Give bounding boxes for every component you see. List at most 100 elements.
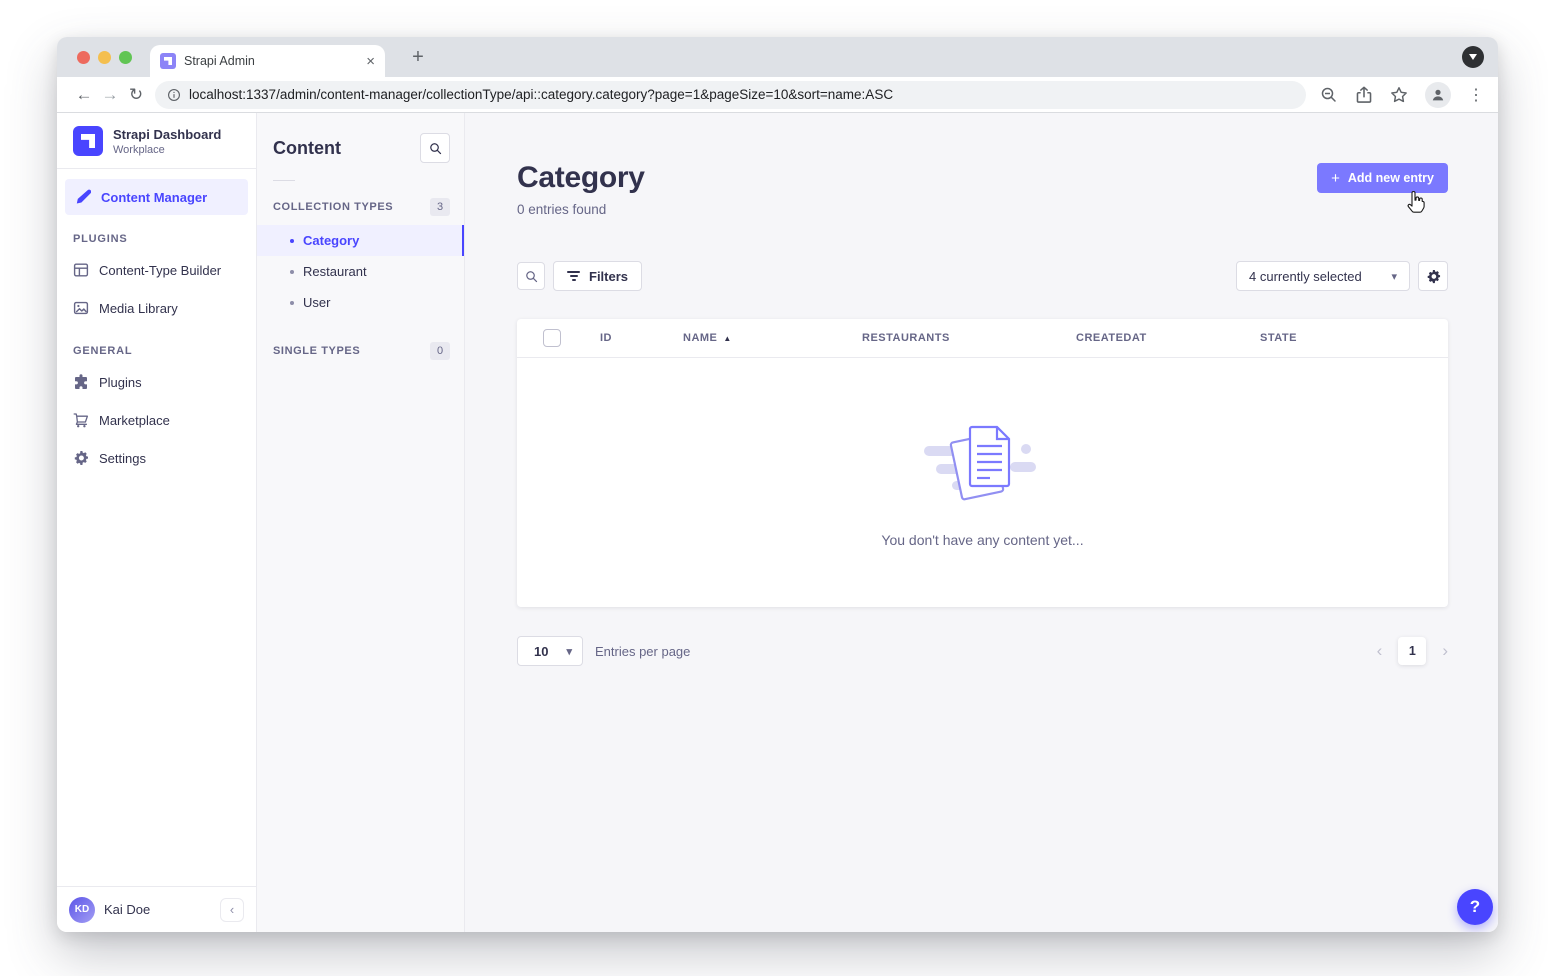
- search-entries-button[interactable]: [517, 262, 545, 290]
- empty-state: You don't have any content yet...: [517, 358, 1448, 607]
- columns-selected-dropdown[interactable]: 4 currently selected ▾: [1236, 261, 1410, 291]
- bullet-icon: [290, 239, 294, 243]
- close-tab-icon[interactable]: ×: [366, 53, 375, 70]
- current-page-button[interactable]: 1: [1398, 637, 1426, 665]
- back-button[interactable]: ←: [71, 85, 97, 105]
- sidebar-item-marketplace[interactable]: Marketplace: [57, 401, 256, 439]
- browser-profile-avatar[interactable]: [1425, 82, 1451, 108]
- workspace-title: Strapi Dashboard: [113, 127, 221, 142]
- user-name: Kai Doe: [104, 902, 150, 917]
- column-header-state[interactable]: STATE: [1260, 332, 1422, 344]
- tab-search-button[interactable]: [1462, 46, 1484, 68]
- zoom-window-button[interactable]: [119, 51, 132, 64]
- tab-strip: Strapi Admin × +: [57, 37, 1498, 77]
- entries-table-panel: ID NAME ▲ RESTAURANTS CREATEDAT STATE: [517, 319, 1448, 607]
- plus-icon: +: [1331, 170, 1340, 187]
- subnav-search-button[interactable]: [420, 133, 450, 163]
- subnav-item-label: Category: [303, 233, 359, 248]
- previous-page-button[interactable]: ‹: [1377, 641, 1383, 661]
- collapse-sidebar-button[interactable]: ‹: [220, 898, 244, 922]
- chevron-down-icon: [1469, 54, 1477, 60]
- column-header-name[interactable]: NAME ▲: [683, 332, 862, 344]
- workspace-brand[interactable]: Strapi Dashboard Workplace: [57, 113, 256, 168]
- filter-icon: [567, 271, 580, 281]
- address-bar[interactable]: localhost:1337/admin/content-manager/col…: [155, 81, 1306, 109]
- search-icon: [525, 270, 538, 283]
- gear-icon: [1426, 269, 1441, 284]
- strapi-admin-app: Strapi Dashboard Workplace Content Manag…: [57, 113, 1498, 932]
- tab-title: Strapi Admin: [184, 54, 358, 68]
- sidebar-footer: KD Kai Doe ‹: [57, 886, 256, 932]
- empty-documents-illustration: [922, 418, 1044, 510]
- sidebar-item-label: Marketplace: [99, 413, 170, 428]
- sidebar-item-media-library[interactable]: Media Library: [57, 289, 256, 327]
- subnav-item-restaurant[interactable]: Restaurant: [257, 256, 464, 287]
- view-settings-button[interactable]: [1418, 261, 1448, 291]
- close-window-button[interactable]: [77, 51, 90, 64]
- bullet-icon: [290, 270, 294, 274]
- main-content: Category 0 entries found + Add new entry…: [465, 113, 1498, 932]
- subnav-item-user[interactable]: User: [257, 287, 464, 318]
- site-info-icon[interactable]: [167, 88, 181, 102]
- sidebar-item-content-type-builder[interactable]: Content-Type Builder: [57, 251, 256, 289]
- collection-types-label: COLLECTION TYPES: [273, 201, 393, 213]
- cart-icon: [73, 412, 89, 428]
- traffic-lights: [77, 51, 132, 64]
- select-all-checkbox[interactable]: [543, 329, 561, 347]
- next-page-button[interactable]: ›: [1442, 641, 1448, 661]
- sidebar-item-plugins[interactable]: Plugins: [57, 363, 256, 401]
- column-header-restaurants[interactable]: RESTAURANTS: [862, 332, 1076, 344]
- puzzle-icon: [73, 374, 89, 390]
- columns-selected-value: 4 currently selected: [1249, 269, 1362, 284]
- subnav-item-label: Restaurant: [303, 264, 367, 279]
- add-new-entry-label: Add new entry: [1348, 171, 1434, 185]
- table-header-row: ID NAME ▲ RESTAURANTS CREATEDAT STATE: [517, 319, 1448, 358]
- content-subnav: Content COLLECTION TYPES 3 Category Rest…: [257, 113, 465, 932]
- browser-toolbar: ← → ↻ localhost:1337/admin/content-manag…: [57, 77, 1498, 113]
- chevron-down-icon: ▾: [1391, 270, 1397, 283]
- browser-window: Strapi Admin × + ← → ↻ localhost:1337/ad…: [57, 37, 1498, 932]
- toolbar-icons: ⋮: [1316, 82, 1484, 108]
- person-icon: [1430, 87, 1446, 103]
- strapi-favicon-icon: [160, 53, 176, 69]
- subnav-item-category[interactable]: Category: [257, 225, 464, 256]
- strapi-logo-icon: [73, 126, 103, 156]
- page-title: Category: [517, 161, 645, 195]
- bookmark-star-icon[interactable]: [1390, 86, 1408, 104]
- image-icon: [73, 300, 89, 316]
- page-size-value: 10: [534, 644, 548, 659]
- page-size-select[interactable]: 10 ▾: [517, 636, 583, 666]
- add-new-entry-button[interactable]: + Add new entry: [1317, 163, 1448, 193]
- browser-menu-button[interactable]: ⋮: [1468, 85, 1484, 105]
- sidebar-item-label: Content Manager: [101, 190, 207, 205]
- browser-tab[interactable]: Strapi Admin ×: [150, 45, 385, 77]
- column-header-createdat[interactable]: CREATEDAT: [1076, 332, 1260, 344]
- column-header-id[interactable]: ID: [600, 332, 683, 344]
- reload-button[interactable]: ↻: [123, 85, 149, 105]
- subnav-title: Content: [273, 138, 341, 159]
- filters-button[interactable]: Filters: [553, 261, 642, 291]
- minimize-window-button[interactable]: [98, 51, 111, 64]
- sidebar-section-plugins: PLUGINS: [57, 215, 256, 251]
- gear-icon: [73, 450, 89, 466]
- new-tab-button[interactable]: +: [405, 44, 431, 70]
- entries-count: 0 entries found: [517, 202, 645, 217]
- single-types-count-badge: 0: [430, 342, 450, 360]
- forward-button[interactable]: →: [97, 85, 123, 105]
- pen-icon: [75, 189, 91, 205]
- search-icon: [429, 142, 442, 155]
- zoom-out-icon[interactable]: [1320, 86, 1338, 104]
- divider: [273, 180, 295, 181]
- help-button[interactable]: ?: [1457, 889, 1493, 925]
- column-header-name-label: NAME: [683, 332, 717, 344]
- entries-per-page-label: Entries per page: [595, 644, 690, 659]
- sidebar-item-content-manager[interactable]: Content Manager: [65, 179, 248, 215]
- user-avatar[interactable]: KD: [69, 897, 95, 923]
- sidebar-item-label: Content-Type Builder: [99, 263, 221, 278]
- bullet-icon: [290, 301, 294, 305]
- layout-icon: [73, 262, 89, 278]
- sidebar-item-label: Settings: [99, 451, 146, 466]
- chevron-down-icon: ▾: [566, 645, 572, 658]
- sidebar-item-settings[interactable]: Settings: [57, 439, 256, 477]
- share-icon[interactable]: [1355, 86, 1373, 104]
